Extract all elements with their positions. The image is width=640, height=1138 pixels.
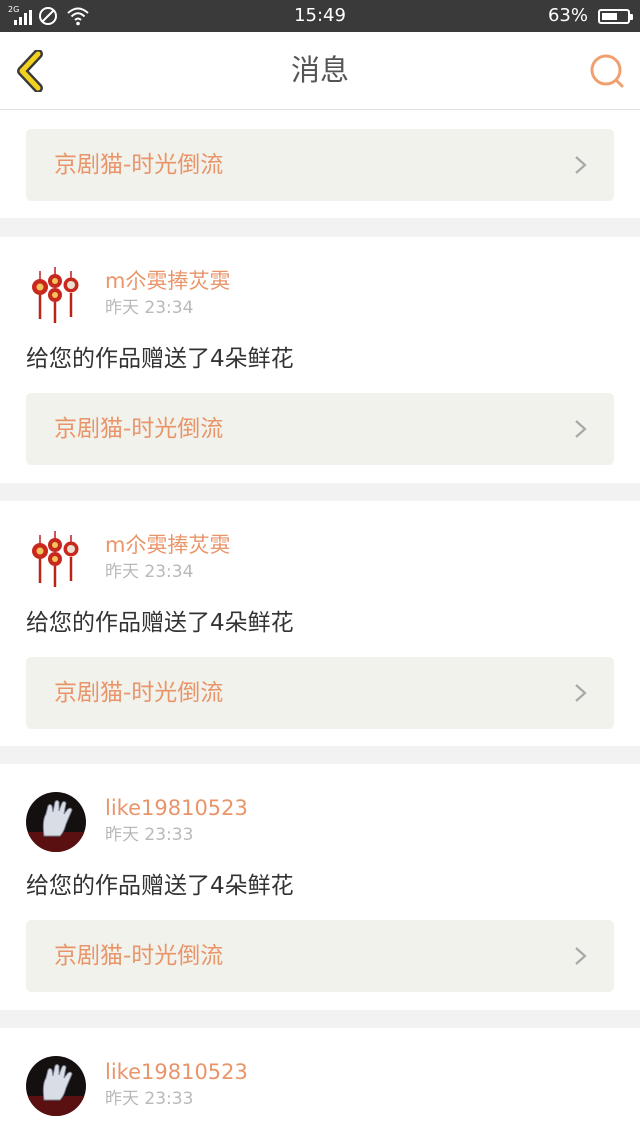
notification-header: like19810523 昨天 23:33 (26, 786, 586, 852)
work-title: 京剧猫-时光倒流 (54, 416, 224, 442)
timestamp: 昨天 23:34 (105, 298, 194, 318)
user-name[interactable]: like19810523 (105, 1059, 248, 1085)
work-link[interactable]: 京剧猫-时光倒流 (26, 920, 614, 992)
notification-card-top: 京剧猫-时光倒流 (0, 110, 640, 218)
work-link[interactable]: 京剧猫-时光倒流 (26, 657, 614, 729)
chevron-right-icon (575, 684, 587, 702)
work-title: 京剧猫-时光倒流 (54, 680, 224, 706)
notification-card: like19810523 昨天 23:33 给您的作品赠送了4朵鲜花 京剧猫-时… (0, 764, 640, 1010)
timestamp: 昨天 23:34 (105, 562, 194, 582)
chevron-right-icon (575, 947, 587, 965)
notification-header: m尒雵捧炗雵 昨天 23:34 (26, 259, 586, 325)
status-icons-right: 63% (547, 4, 633, 28)
header: 消息 (0, 32, 640, 110)
avatar[interactable] (26, 265, 86, 325)
red-lanterns-avatar-icon (26, 265, 86, 325)
chevron-right-icon (575, 420, 587, 438)
battery-icon (598, 8, 633, 24)
notification-message: 给您的作品赠送了4朵鲜花 (26, 346, 294, 372)
user-name[interactable]: like19810523 (105, 795, 248, 821)
glove-avatar-icon (26, 1056, 86, 1116)
search-icon (590, 54, 624, 88)
status-time: 15:49 (294, 5, 346, 26)
page-title: 消息 (290, 53, 349, 87)
battery-fill (602, 12, 617, 20)
notification-header: like19810523 昨天 23:33 (26, 1050, 586, 1116)
user-name[interactable]: m尒雵捧炗雵 (105, 532, 230, 558)
work-link[interactable]: 京剧猫-时光倒流 (26, 129, 614, 201)
notification-card: m尒雵捧炗雵 昨天 23:34 给您的作品赠送了4朵鲜花 京剧猫-时光倒流 (0, 501, 640, 746)
battery-percent: 63% (547, 5, 588, 26)
status-bar: 2G 15:49 63% (0, 0, 640, 32)
glove-avatar-icon (26, 792, 86, 852)
notification-card: m尒雵捧炗雵 昨天 23:34 给您的作品赠送了4朵鲜花 京剧猫-时光倒流 (0, 237, 640, 483)
search-button[interactable] (588, 52, 626, 90)
notification-message: 给您的作品赠送了4朵鲜花 (26, 610, 294, 636)
timestamp: 昨天 23:33 (105, 1089, 194, 1109)
work-title: 京剧猫-时光倒流 (54, 152, 224, 178)
notification-message: 给您的作品赠送了4朵鲜花 (26, 873, 294, 899)
red-lanterns-avatar-icon (26, 529, 86, 589)
work-title: 京剧猫-时光倒流 (54, 943, 224, 969)
timestamp: 昨天 23:33 (105, 825, 194, 845)
work-link[interactable]: 京剧猫-时光倒流 (26, 393, 614, 465)
avatar[interactable] (26, 792, 86, 852)
user-name[interactable]: m尒雵捧炗雵 (105, 268, 230, 294)
avatar[interactable] (26, 1056, 86, 1116)
notification-card: like19810523 昨天 23:33 (0, 1028, 640, 1138)
notification-header: m尒雵捧炗雵 昨天 23:34 (26, 523, 586, 589)
chevron-right-icon (575, 156, 587, 174)
avatar[interactable] (26, 529, 86, 589)
